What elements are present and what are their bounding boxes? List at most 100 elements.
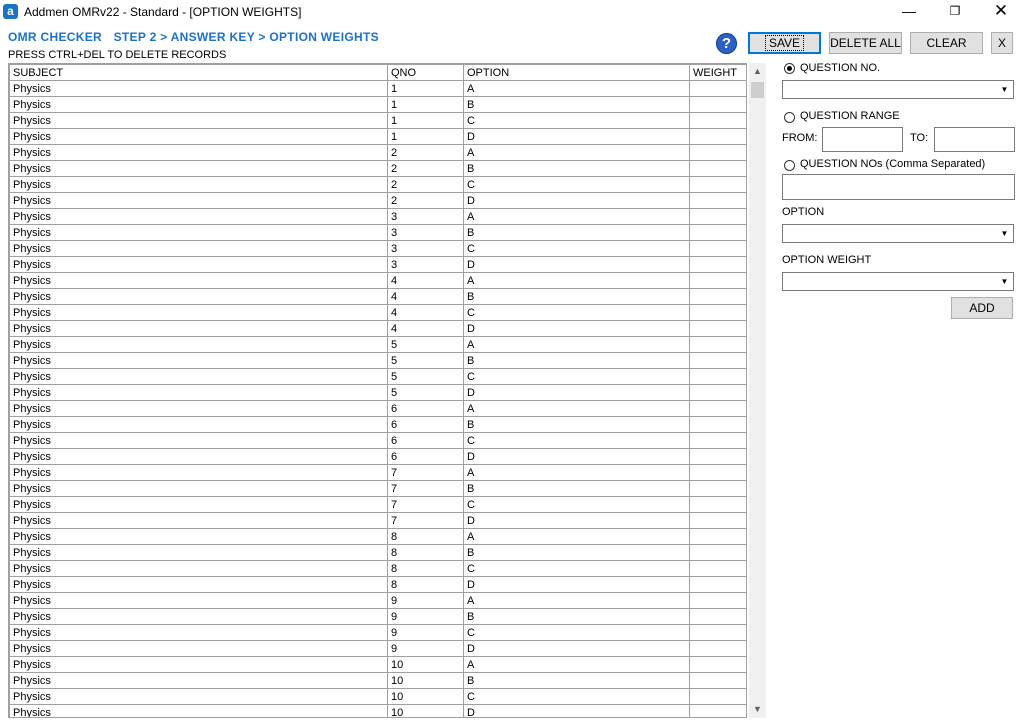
cell-option[interactable]: C bbox=[463, 304, 690, 321]
table-row[interactable]: Physics 6 C bbox=[9, 432, 746, 449]
cell-option[interactable]: D bbox=[463, 256, 690, 273]
cell-option[interactable]: A bbox=[463, 592, 690, 609]
cell-option[interactable]: C bbox=[463, 432, 690, 449]
cell-qno[interactable]: 7 bbox=[387, 496, 464, 513]
table-row[interactable]: Physics 3 A bbox=[9, 208, 746, 225]
table-row[interactable]: Physics 1 C bbox=[9, 112, 746, 129]
cell-weight[interactable] bbox=[689, 160, 746, 177]
cell-subject[interactable]: Physics bbox=[9, 192, 388, 209]
table-row[interactable]: Physics 8 C bbox=[9, 560, 746, 577]
cell-qno[interactable]: 4 bbox=[387, 288, 464, 305]
cell-subject[interactable]: Physics bbox=[9, 176, 388, 193]
cell-subject[interactable]: Physics bbox=[9, 352, 388, 369]
cell-option[interactable]: C bbox=[463, 496, 690, 513]
cell-qno[interactable]: 1 bbox=[387, 80, 464, 97]
cell-weight[interactable] bbox=[689, 640, 746, 657]
cell-option[interactable]: B bbox=[463, 224, 690, 241]
cell-weight[interactable] bbox=[689, 672, 746, 689]
cell-subject[interactable]: Physics bbox=[9, 480, 388, 497]
cell-subject[interactable]: Physics bbox=[9, 416, 388, 433]
cell-qno[interactable]: 10 bbox=[387, 656, 464, 673]
cell-weight[interactable] bbox=[689, 208, 746, 225]
cell-option[interactable]: A bbox=[463, 208, 690, 225]
table-row[interactable]: Physics 2 D bbox=[9, 192, 746, 209]
table-row[interactable]: Physics 4 D bbox=[9, 320, 746, 337]
cell-subject[interactable]: Physics bbox=[9, 320, 388, 337]
column-header-qno[interactable]: QNO bbox=[387, 64, 464, 81]
table-row[interactable]: Physics 9 A bbox=[9, 592, 746, 609]
cell-subject[interactable]: Physics bbox=[9, 656, 388, 673]
option-select[interactable]: ▼ bbox=[782, 224, 1014, 243]
table-row[interactable]: Physics 9 D bbox=[9, 640, 746, 657]
table-row[interactable]: Physics 10 B bbox=[9, 672, 746, 689]
cell-option[interactable]: A bbox=[463, 80, 690, 97]
table-row[interactable]: Physics 3 D bbox=[9, 256, 746, 273]
cell-weight[interactable] bbox=[689, 496, 746, 513]
cell-subject[interactable]: Physics bbox=[9, 640, 388, 657]
table-row[interactable]: Physics 8 A bbox=[9, 528, 746, 545]
cell-weight[interactable] bbox=[689, 400, 746, 417]
cell-option[interactable]: C bbox=[463, 560, 690, 577]
cell-option[interactable]: A bbox=[463, 272, 690, 289]
cell-qno[interactable]: 3 bbox=[387, 224, 464, 241]
column-header-option[interactable]: OPTION bbox=[463, 64, 690, 81]
table-row[interactable]: Physics 9 C bbox=[9, 624, 746, 641]
table-row[interactable]: Physics 7 D bbox=[9, 512, 746, 529]
cell-qno[interactable]: 8 bbox=[387, 560, 464, 577]
cell-weight[interactable] bbox=[689, 144, 746, 161]
table-row[interactable]: Physics 4 C bbox=[9, 304, 746, 321]
cell-weight[interactable] bbox=[689, 352, 746, 369]
cell-subject[interactable]: Physics bbox=[9, 592, 388, 609]
cell-qno[interactable]: 9 bbox=[387, 640, 464, 657]
cell-qno[interactable]: 7 bbox=[387, 512, 464, 529]
cell-weight[interactable] bbox=[689, 656, 746, 673]
cell-subject[interactable]: Physics bbox=[9, 400, 388, 417]
cell-subject[interactable]: Physics bbox=[9, 160, 388, 177]
cell-option[interactable]: D bbox=[463, 448, 690, 465]
cell-option[interactable]: A bbox=[463, 400, 690, 417]
cell-weight[interactable] bbox=[689, 416, 746, 433]
cell-weight[interactable] bbox=[689, 512, 746, 529]
table-row[interactable]: Physics 7 B bbox=[9, 480, 746, 497]
cell-subject[interactable]: Physics bbox=[9, 80, 388, 97]
cell-subject[interactable]: Physics bbox=[9, 96, 388, 113]
cell-option[interactable]: D bbox=[463, 192, 690, 209]
cell-weight[interactable] bbox=[689, 304, 746, 321]
cell-option[interactable]: A bbox=[463, 336, 690, 353]
maximize-button[interactable]: ❐ bbox=[932, 0, 978, 24]
range-to-input[interactable] bbox=[934, 127, 1015, 152]
cell-option[interactable]: B bbox=[463, 544, 690, 561]
cell-weight[interactable] bbox=[689, 592, 746, 609]
cell-subject[interactable]: Physics bbox=[9, 224, 388, 241]
cell-weight[interactable] bbox=[689, 80, 746, 97]
table-row[interactable]: Physics 2 A bbox=[9, 144, 746, 161]
table-row[interactable]: Physics 1 D bbox=[9, 128, 746, 145]
table-row[interactable]: Physics 7 A bbox=[9, 464, 746, 481]
table-row[interactable]: Physics 5 A bbox=[9, 336, 746, 353]
scroll-thumb[interactable] bbox=[751, 82, 764, 98]
cell-weight[interactable] bbox=[689, 320, 746, 337]
cell-qno[interactable]: 6 bbox=[387, 416, 464, 433]
cell-qno[interactable]: 4 bbox=[387, 320, 464, 337]
cell-subject[interactable]: Physics bbox=[9, 272, 388, 289]
cell-qno[interactable]: 7 bbox=[387, 464, 464, 481]
table-row[interactable]: Physics 8 D bbox=[9, 576, 746, 593]
cell-subject[interactable]: Physics bbox=[9, 256, 388, 273]
cell-option[interactable]: D bbox=[463, 128, 690, 145]
cell-weight[interactable] bbox=[689, 288, 746, 305]
table-row[interactable]: Physics 8 B bbox=[9, 544, 746, 561]
cell-subject[interactable]: Physics bbox=[9, 128, 388, 145]
cell-option[interactable]: B bbox=[463, 672, 690, 689]
table-row[interactable]: Physics 6 A bbox=[9, 400, 746, 417]
cell-qno[interactable]: 8 bbox=[387, 544, 464, 561]
cell-option[interactable]: D bbox=[463, 320, 690, 337]
cell-weight[interactable] bbox=[689, 128, 746, 145]
cell-subject[interactable]: Physics bbox=[9, 464, 388, 481]
cell-qno[interactable]: 9 bbox=[387, 608, 464, 625]
cell-subject[interactable]: Physics bbox=[9, 384, 388, 401]
cell-weight[interactable] bbox=[689, 608, 746, 625]
table-row[interactable]: Physics 6 D bbox=[9, 448, 746, 465]
cell-qno[interactable]: 5 bbox=[387, 368, 464, 385]
cell-option[interactable]: B bbox=[463, 96, 690, 113]
cell-weight[interactable] bbox=[689, 384, 746, 401]
